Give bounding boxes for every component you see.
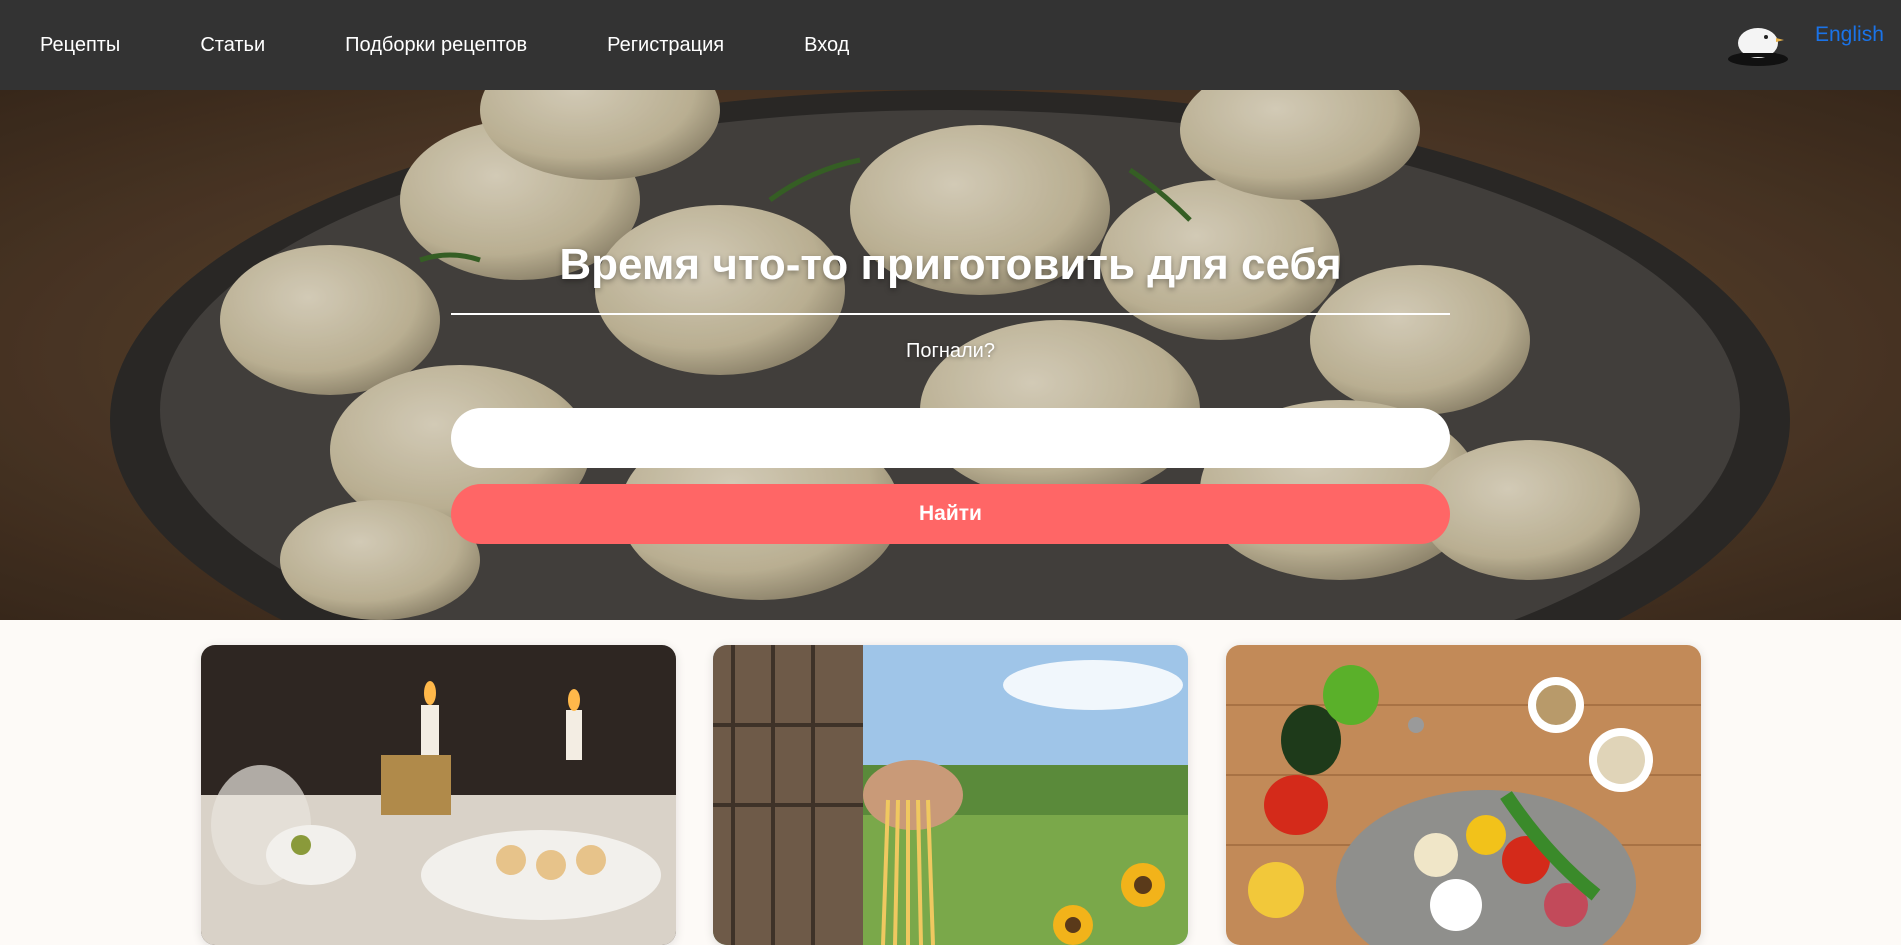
nav-item-login[interactable]: Вход <box>804 34 849 57</box>
hero-divider <box>451 313 1450 315</box>
vegetables-platter-image <box>1226 645 1701 945</box>
language-switch-link[interactable]: English <box>1815 23 1884 47</box>
bird-logo-icon[interactable] <box>1726 23 1790 67</box>
hero-title: Время что-то приготовить для себя <box>559 240 1342 289</box>
search-button[interactable]: Найти <box>451 484 1450 544</box>
nav-links: Рецепты Статьи Подборки рецептов Регистр… <box>40 0 929 90</box>
recipe-card-pasta-field[interactable] <box>713 645 1188 945</box>
top-navbar: Рецепты Статьи Подборки рецептов Регистр… <box>0 0 1901 90</box>
nav-item-recipes[interactable]: Рецепты <box>40 34 120 57</box>
recipe-cards <box>0 645 1901 945</box>
nav-item-collections[interactable]: Подборки рецептов <box>345 34 527 57</box>
recipe-card-festive-table[interactable] <box>201 645 676 945</box>
recipe-card-vegetables[interactable] <box>1226 645 1701 945</box>
nav-item-register[interactable]: Регистрация <box>607 34 724 57</box>
pasta-field-image <box>713 645 1188 945</box>
hero-banner: Время что-то приготовить для себя Погнал… <box>0 90 1901 620</box>
search-input[interactable] <box>451 408 1450 468</box>
hero-subtitle: Погнали? <box>906 340 995 362</box>
nav-item-articles[interactable]: Статьи <box>200 34 265 57</box>
festive-table-image <box>201 645 676 945</box>
